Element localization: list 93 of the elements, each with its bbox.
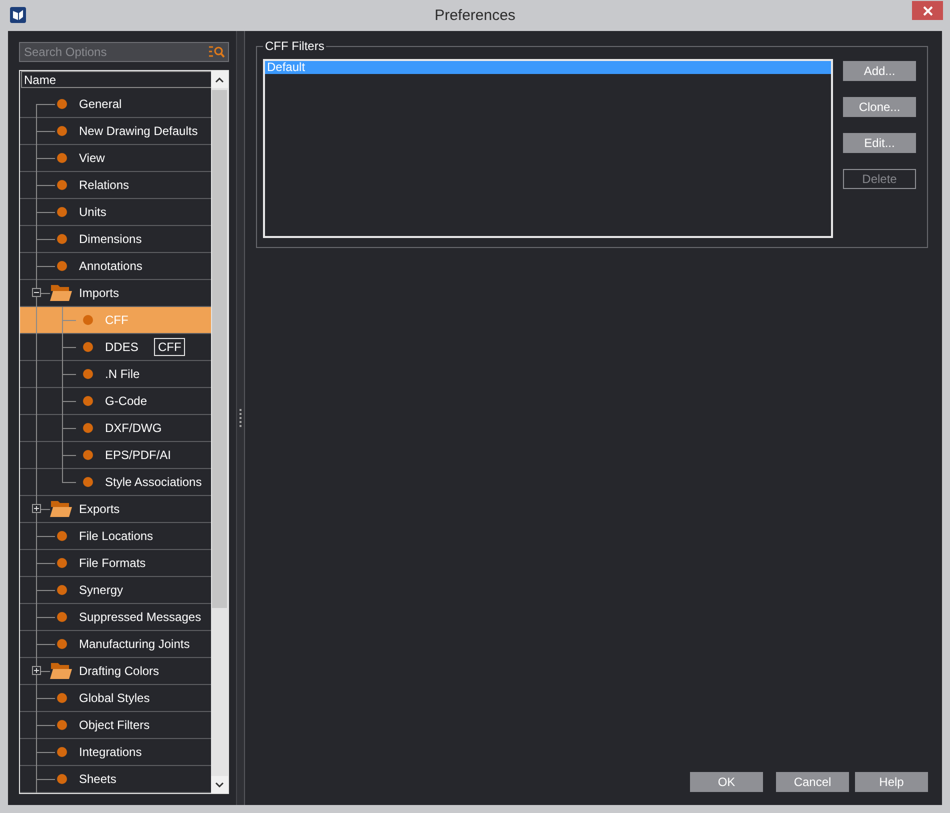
- tree-item-label: Drafting Colors: [79, 664, 160, 678]
- page-icon: [57, 639, 67, 649]
- page-icon: [83, 315, 93, 325]
- page-icon: [57, 558, 67, 568]
- tree-item-label: New Drawing Defaults: [79, 124, 198, 138]
- scrollbar[interactable]: [211, 71, 228, 793]
- tree-item-label: File Formats: [79, 556, 146, 570]
- tree-item-label: DDES: [105, 340, 138, 354]
- collapse-icon[interactable]: [32, 288, 41, 297]
- tree-item-label: Exports: [79, 502, 120, 516]
- tree-item-label: Suppressed Messages: [79, 610, 202, 624]
- tree-item-label: .N File: [105, 367, 140, 381]
- tree-item-label: Manufacturing Joints: [79, 637, 190, 651]
- tree-item-label: Style Associations: [105, 475, 202, 489]
- page-icon: [57, 612, 67, 622]
- grip-icon[interactable]: [239, 409, 242, 427]
- scroll-thumb[interactable]: [212, 90, 227, 608]
- column-header[interactable]: Name: [21, 71, 211, 88]
- tree-item[interactable]: DXF/DWG: [20, 415, 211, 442]
- expand-icon[interactable]: [32, 666, 41, 675]
- page-icon: [57, 207, 67, 217]
- tree-item-label: Object Filters: [79, 718, 150, 732]
- tree-item[interactable]: Object Filters: [20, 712, 211, 739]
- tree-item-label: Imports: [79, 286, 120, 300]
- page-icon: [57, 261, 67, 271]
- tree-item-label: DXF/DWG: [105, 421, 162, 435]
- close-icon[interactable]: [922, 6, 932, 16]
- tree-item[interactable]: Dimensions: [20, 226, 211, 253]
- tree-item[interactable]: General: [20, 91, 211, 118]
- splitter-handle[interactable]: [236, 31, 245, 805]
- page-icon: [57, 126, 67, 136]
- tree-item-label: G-Code: [105, 394, 148, 408]
- app-logo-icon: [10, 7, 26, 23]
- page-icon: [83, 342, 93, 352]
- tree-item[interactable]: Drafting Colors: [20, 658, 211, 685]
- close-button[interactable]: [912, 1, 943, 20]
- tree-item[interactable]: Annotations: [20, 253, 211, 280]
- tree-item-label: Integrations: [79, 745, 142, 759]
- page-icon: [57, 774, 67, 784]
- folder-icon: [50, 284, 72, 302]
- page-icon: [57, 180, 67, 190]
- tree-item[interactable]: Integrations: [20, 739, 211, 766]
- page-icon: [57, 693, 67, 703]
- tree-item[interactable]: Sheets: [20, 766, 211, 793]
- tree-item[interactable]: Suppressed Messages: [20, 604, 211, 631]
- tree-item-label: Sheets: [79, 772, 116, 786]
- tree-item-label: CFF: [105, 313, 128, 327]
- tree-item[interactable]: Style Associations: [20, 469, 211, 496]
- tree-item-label: General: [79, 97, 122, 111]
- tree-item[interactable]: Global Styles: [20, 685, 211, 712]
- group-title: CFF Filters: [264, 39, 326, 53]
- page-icon: [83, 396, 93, 406]
- window-title: Preferences: [434, 7, 516, 24]
- page-icon: [57, 153, 67, 163]
- tree-item[interactable]: G-Code: [20, 388, 211, 415]
- search-field[interactable]: Search Options: [19, 42, 229, 62]
- scroll-down-icon[interactable]: [211, 776, 228, 793]
- folder-icon: [50, 662, 72, 680]
- page-icon: [57, 720, 67, 730]
- tree-item-label: File Locations: [79, 529, 154, 543]
- page-icon: [57, 234, 67, 244]
- tree-item[interactable]: File Locations: [20, 523, 211, 550]
- search-icon[interactable]: [209, 46, 225, 58]
- page-icon: [83, 369, 93, 379]
- tree-item-label: Units: [79, 205, 106, 219]
- tree-item-label: Global Styles: [79, 691, 150, 705]
- tree-item[interactable]: .N File: [20, 361, 211, 388]
- page-icon: [83, 477, 93, 487]
- tree-item[interactable]: File Formats: [20, 550, 211, 577]
- tree-item-label: EPS/PDF/AI: [105, 448, 172, 462]
- tree-item-label: Relations: [79, 178, 130, 192]
- tree-item[interactable]: Exports: [20, 496, 211, 523]
- tree-item[interactable]: Manufacturing Joints: [20, 631, 211, 658]
- tree-item-label: Dimensions: [79, 232, 142, 246]
- tree-item-label: Synergy: [79, 583, 124, 597]
- tree-item[interactable]: Units: [20, 199, 211, 226]
- tree-item[interactable]: Synergy: [20, 577, 211, 604]
- tree-item[interactable]: View: [20, 145, 211, 172]
- tooltip: CFF: [154, 338, 186, 356]
- page-icon: [57, 585, 67, 595]
- tree-item-label: Annotations: [79, 259, 142, 273]
- scroll-up-icon[interactable]: [211, 71, 228, 88]
- folder-icon: [50, 500, 72, 518]
- tree-item[interactable]: New Drawing Defaults: [20, 118, 211, 145]
- page-icon: [83, 450, 93, 460]
- page-icon: [83, 423, 93, 433]
- tree-item[interactable]: Relations: [20, 172, 211, 199]
- tree-item[interactable]: EPS/PDF/AI: [20, 442, 211, 469]
- page-icon: [57, 99, 67, 109]
- page-icon: [57, 531, 67, 541]
- tree-item-label: View: [79, 151, 105, 165]
- page-icon: [57, 747, 67, 757]
- expand-icon[interactable]: [32, 504, 41, 513]
